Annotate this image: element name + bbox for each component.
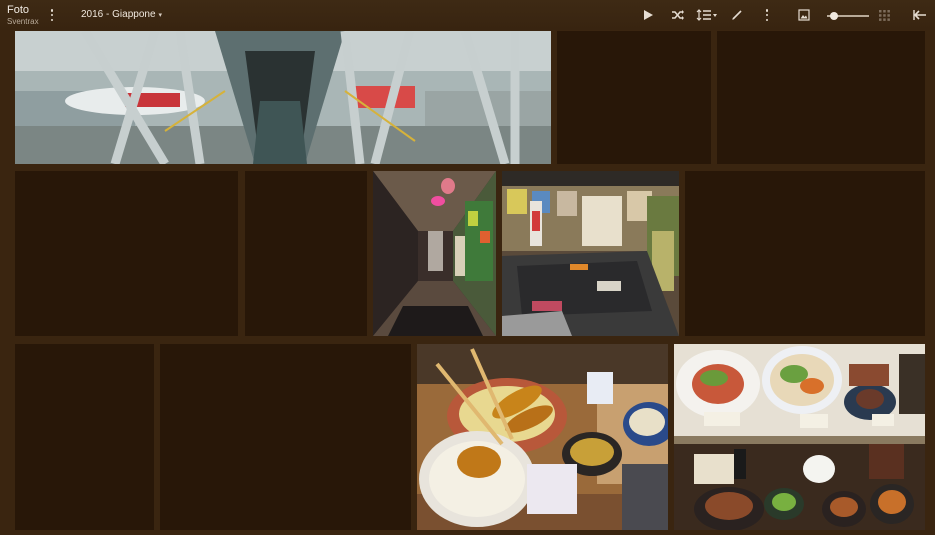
album-selector[interactable]: 2016 - Giappone ▾: [81, 9, 162, 20]
photo-tatami-room[interactable]: [502, 171, 679, 336]
photo-placeholder[interactable]: [557, 31, 711, 164]
sort-icon: [696, 9, 717, 21]
photo-placeholder[interactable]: [15, 344, 154, 530]
photo-placeholder[interactable]: [160, 344, 411, 530]
zoom-slider[interactable]: [827, 8, 869, 22]
back-arrow-icon: [913, 10, 926, 20]
photo-tonkatsu-meal[interactable]: [417, 344, 668, 530]
photo-tatami-room-image: [502, 171, 679, 336]
edit-button[interactable]: [728, 6, 746, 24]
zoom-slider-thumb[interactable]: [830, 11, 838, 20]
chevron-down-icon: ▾: [158, 11, 163, 19]
edit-icon: [732, 10, 742, 20]
photo-decorated-hallway[interactable]: [373, 171, 496, 336]
photo-placeholder[interactable]: [245, 171, 367, 336]
grid-view-button[interactable]: [875, 6, 893, 24]
photo-placeholder[interactable]: [15, 171, 238, 336]
play-icon: [644, 10, 653, 20]
photo-airport-jet-bridge-image: [15, 31, 551, 164]
image-icon: [798, 9, 810, 21]
back-button[interactable]: [911, 6, 929, 24]
photo-tonkatsu-meal-image: [417, 344, 668, 530]
app-title-block: Foto Sventrax: [7, 5, 39, 26]
photo-placeholder[interactable]: [685, 171, 925, 336]
shuffle-icon: [672, 10, 684, 20]
photo-food-display-image: [674, 344, 925, 530]
more-options-more-vert-icon[interactable]: [761, 7, 773, 23]
slideshow-play-button[interactable]: [639, 6, 657, 24]
app-title: Foto: [7, 4, 30, 16]
photo-decorated-hallway-image: [373, 171, 496, 336]
photo-food-display[interactable]: [674, 344, 925, 530]
view-image-button[interactable]: [795, 6, 813, 24]
account-name: Sventrax: [7, 17, 39, 26]
album-name: 2016 - Giappone: [81, 9, 156, 20]
photo-placeholder[interactable]: [717, 31, 925, 164]
photo-airport-jet-bridge[interactable]: [15, 31, 551, 164]
sort-button[interactable]: [695, 6, 719, 24]
shuffle-button[interactable]: [669, 6, 687, 24]
top-bar: Foto Sventrax 2016 - Giappone ▾: [0, 0, 935, 30]
grid-icon: [878, 9, 890, 21]
app-menu-more-vert-icon[interactable]: [46, 7, 58, 23]
